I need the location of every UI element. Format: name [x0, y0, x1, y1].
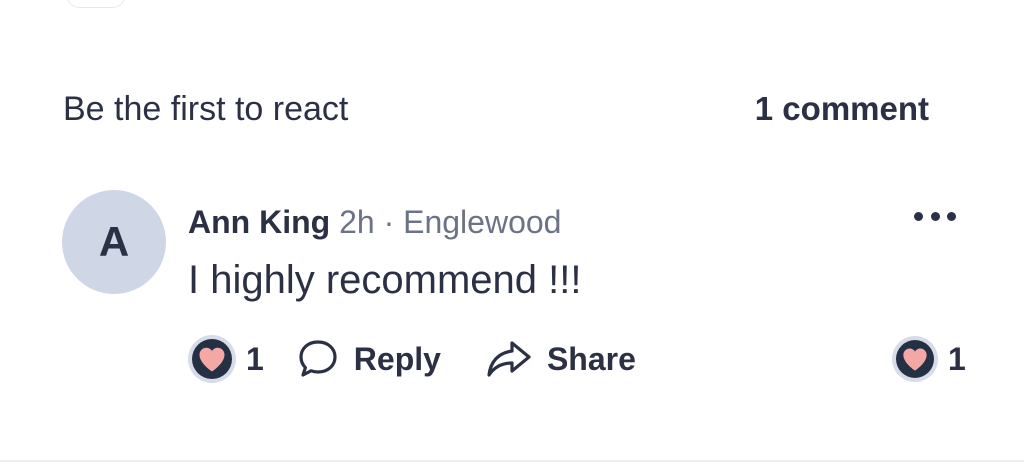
reaction-badge: [188, 335, 236, 383]
comment-meta: Ann King 2h · Englewood: [188, 204, 561, 241]
reaction-summary-button[interactable]: 1: [892, 334, 966, 384]
speech-bubble-icon: [299, 340, 337, 377]
comment-time: 2h: [339, 204, 375, 240]
reply-label: Reply: [353, 340, 441, 377]
meta-separator: ·: [383, 204, 395, 240]
avatar-initial: A: [98, 218, 130, 265]
more-horizontal-icon: [947, 211, 956, 221]
comment-section: Be the first to react 1 comment A Ann Ki…: [0, 0, 1024, 472]
share-arrow-icon: [487, 341, 531, 377]
heart-icon: [896, 340, 934, 378]
reactions-summary: Be the first to react: [63, 90, 349, 128]
heart-icon: [192, 339, 232, 379]
reply-button[interactable]: Reply: [296, 337, 441, 381]
section-divider: [0, 460, 1024, 462]
share-button[interactable]: Share: [485, 337, 636, 381]
more-horizontal-icon: [914, 211, 923, 221]
author-location: Englewood: [403, 204, 562, 240]
reaction-summary-count: 1: [948, 340, 966, 377]
comment-item: A Ann King 2h · Englewood I highly recom…: [62, 190, 966, 400]
react-button[interactable]: 1: [188, 335, 264, 383]
top-chip: [66, 0, 126, 8]
more-horizontal-icon: [930, 211, 940, 221]
comment-text: I highly recommend !!!: [188, 258, 582, 302]
reaction-count: 1: [246, 340, 264, 377]
comments-count-link[interactable]: 1 comment: [755, 90, 929, 128]
comment-actions: 1 Reply Share: [188, 334, 636, 384]
avatar[interactable]: A: [62, 190, 166, 294]
share-label: Share: [546, 340, 636, 377]
reaction-badge: [892, 336, 938, 382]
author-name[interactable]: Ann King: [188, 204, 330, 240]
more-options-button[interactable]: [914, 208, 956, 224]
